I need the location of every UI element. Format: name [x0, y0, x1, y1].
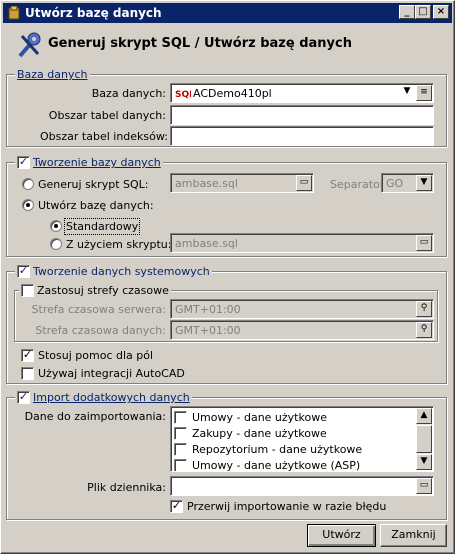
system-data-legend[interactable]: ✓ Tworzenie danych systemowych — [15, 265, 212, 278]
folder-icon[interactable]: ▭ — [296, 175, 312, 191]
import-legend[interactable]: ✓ Import dodatkowych danych — [15, 391, 192, 404]
list-item[interactable]: Zakupy - dane użytkowe — [174, 425, 327, 441]
sql-icon: SQL — [175, 90, 191, 99]
generate-sql-label: Generuj skrypt SQL: — [38, 178, 149, 191]
close-button[interactable]: Zamknij — [380, 524, 447, 547]
server-tz-input[interactable]: GMT+01:00 ⚲ — [170, 299, 434, 319]
data-tz-input[interactable]: GMT+01:00 ⚲ — [170, 320, 434, 340]
standard-radio[interactable] — [50, 220, 62, 232]
database-label: Baza danych: — [91, 87, 166, 100]
list-item[interactable]: Umowy - dane użytkowe (ASP) — [174, 457, 360, 471]
window-title: Utwórz bazę danych — [25, 6, 162, 20]
import-data-label: Dane do zaimportowania: — [24, 410, 166, 423]
log-file-input[interactable]: ▭ — [170, 476, 434, 496]
scroll-down-icon[interactable]: ▼ — [416, 454, 432, 470]
script-radio[interactable] — [50, 238, 62, 250]
list-item[interactable]: Umowy - dane użytkowe — [174, 409, 327, 425]
import-data-list[interactable]: Umowy - dane użytkowe Zakupy - dane użyt… — [170, 406, 434, 472]
svg-text:SQL: SQL — [175, 90, 191, 99]
create-db-radio[interactable] — [22, 199, 34, 211]
create-button[interactable]: Utwórz — [307, 524, 376, 547]
close-window-button[interactable]: × — [433, 5, 449, 19]
list-item[interactable]: Repozytorium - dane użytkowe — [174, 441, 362, 457]
autocad-checkbox[interactable] — [21, 367, 34, 380]
folder-icon[interactable]: ▭ — [416, 235, 432, 251]
search-icon[interactable]: ⚲ — [416, 301, 432, 317]
separator-label: Separator: — [330, 178, 388, 191]
database-group-legend: Baza danych — [15, 68, 90, 81]
scroll-up-icon[interactable]: ▲ — [416, 408, 432, 424]
database-select[interactable]: SQL ACDemo410pl ▼ ≡ — [170, 83, 434, 103]
script-label: Z użyciem skryptu: — [66, 238, 172, 251]
title-bar[interactable]: Utwórz bazę danych _ □ × — [3, 3, 452, 23]
database-icon — [8, 6, 20, 20]
create-db-legend[interactable]: ✓ Tworzenie bazy danych — [15, 156, 163, 169]
generate-sql-file-input[interactable]: ambase.sql ▭ — [170, 173, 314, 193]
timezone-legend[interactable]: Zastosuj strefy czasowe — [19, 284, 171, 297]
standard-label: Standardowy — [63, 218, 141, 235]
tools-icon — [18, 32, 41, 58]
field-help-checkbox[interactable]: ✓ — [21, 349, 34, 362]
chevron-down-icon[interactable]: ▼ — [416, 175, 432, 191]
create-db-label: Utwórz bazę danych: — [38, 199, 154, 212]
details-button[interactable]: ≡ — [416, 85, 432, 101]
tables-label: Obszar tabel danych: — [48, 109, 166, 122]
page-title: Generuj skrypt SQL / Utwórz bazę danych — [48, 36, 352, 51]
index-label: Obszar tabel indeksów: — [40, 130, 168, 143]
index-input[interactable] — [170, 126, 434, 146]
list-scrollbar[interactable]: ▲ ▼ — [416, 408, 432, 470]
tables-input[interactable] — [170, 105, 434, 125]
timezone-checkbox[interactable] — [21, 284, 34, 297]
generate-sql-radio[interactable] — [22, 178, 34, 190]
import-checkbox[interactable]: ✓ — [17, 391, 30, 404]
server-tz-label: Strefa czasowa serwera: — [31, 303, 166, 316]
autocad-label: Używaj integracji AutoCAD — [38, 367, 185, 380]
abort-on-error-checkbox[interactable]: ✓ — [170, 500, 183, 513]
abort-on-error-label: Przerwij importowanie w razie błędu — [187, 500, 387, 513]
separator-select[interactable]: GO ▼ — [381, 173, 434, 193]
create-db-checkbox[interactable]: ✓ — [17, 156, 30, 169]
chevron-down-icon[interactable]: ▼ — [399, 85, 415, 101]
maximize-button[interactable]: □ — [415, 5, 431, 19]
script-file-input[interactable]: ambase.sql ▭ — [170, 233, 434, 253]
data-tz-label: Strefa czasowa danych: — [35, 324, 166, 337]
minimize-button[interactable]: _ — [399, 5, 415, 19]
scroll-thumb[interactable] — [416, 425, 432, 453]
field-help-label: Stosuj pomoc dla pól — [38, 349, 154, 362]
folder-icon[interactable]: ▭ — [416, 478, 432, 494]
search-icon[interactable]: ⚲ — [416, 322, 432, 338]
log-file-label: Plik dziennika: — [87, 481, 166, 494]
system-data-checkbox[interactable]: ✓ — [17, 265, 30, 278]
